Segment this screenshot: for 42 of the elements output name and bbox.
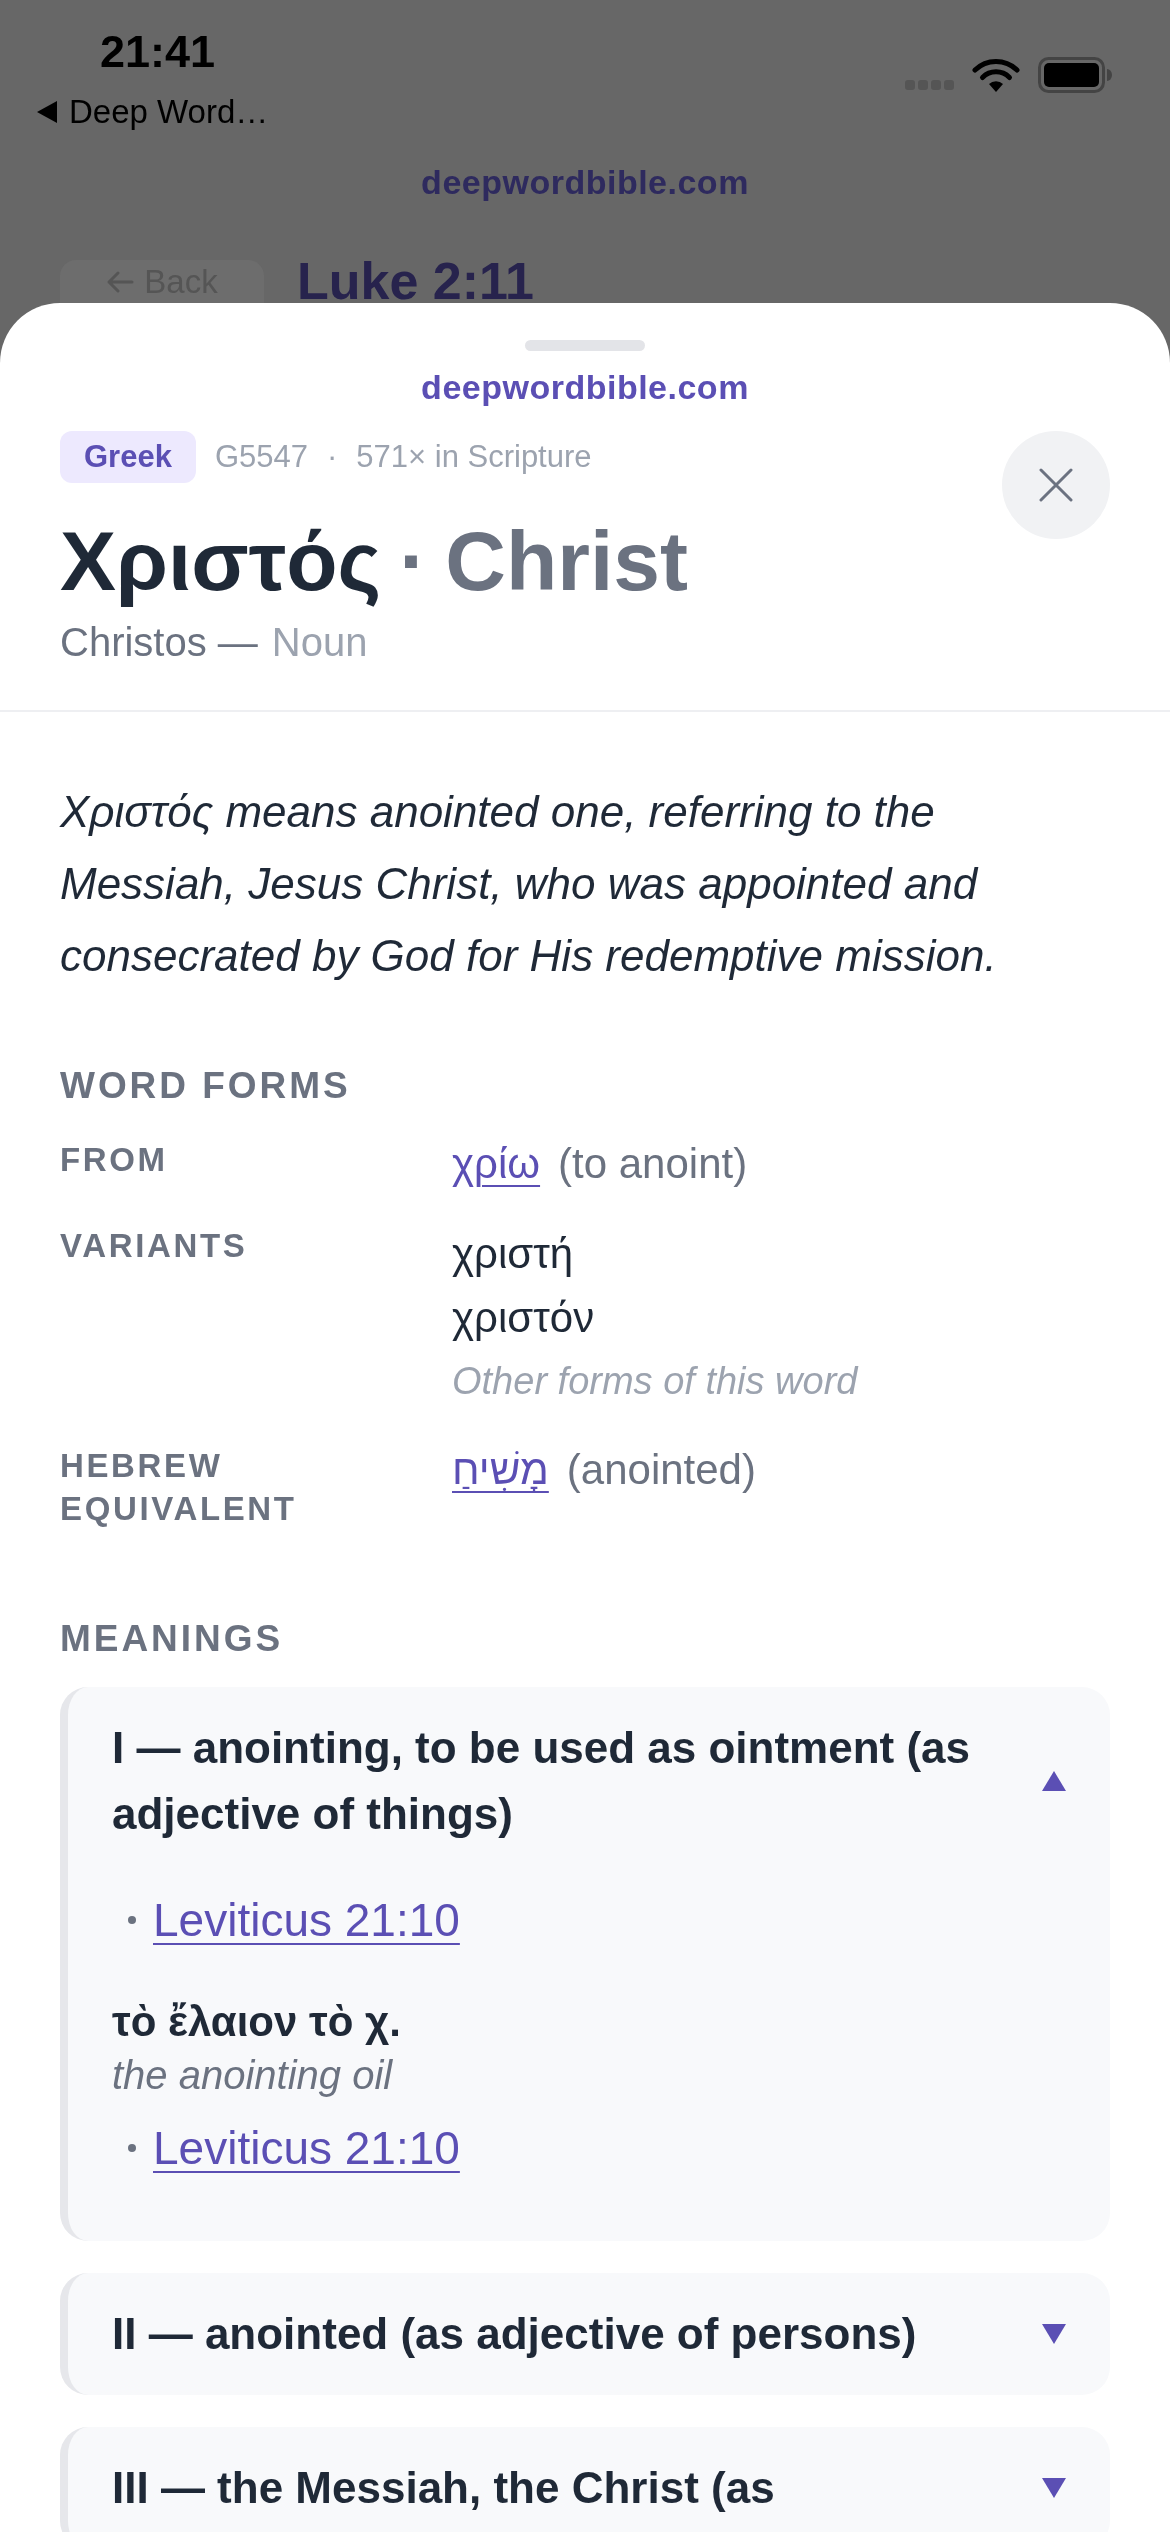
close-icon (1039, 468, 1073, 502)
bullet-icon (128, 2144, 136, 2152)
section-heading: WORD FORMS (60, 1064, 352, 1108)
form-label: VARIANTS (60, 1226, 249, 1266)
gloss-title: Christ (445, 516, 688, 606)
separator-dot: · (399, 516, 428, 606)
gloss-note: (to anoint) (558, 1139, 748, 1189)
site-domain: deepwordbible.com (421, 162, 749, 202)
scripture-link[interactable]: Leviticus 21:10 (153, 2118, 460, 2178)
battery-icon (1038, 57, 1112, 93)
back-app-label[interactable]: Deep Word… (69, 92, 269, 132)
variant-form: χριστή (452, 1229, 575, 1279)
meaning-toggle[interactable]: III — the Messiah, the Christ (as (112, 2455, 1066, 2521)
page-title: Luke 2:11 (297, 260, 535, 303)
separator-dot: · (327, 437, 338, 476)
bullet-icon (128, 1916, 136, 1924)
word-link[interactable]: χρίω (452, 1136, 541, 1192)
gloss-note: (anointed) (566, 1445, 756, 1495)
site-domain: deepwordbible.com (421, 367, 749, 407)
drag-handle[interactable] (525, 340, 645, 351)
language-tag: Greek (60, 431, 196, 483)
strongs-number: G5547 (214, 437, 308, 476)
definition-text: Χριστός means anointed one, referring to the Messiah, Jesus Christ, who was appointed and consecrated by God for His redemptive mission. (58, 786, 998, 982)
word-link[interactable]: מָשִׁיחַ (452, 1442, 549, 1498)
scripture-link[interactable]: Leviticus 21:10 (153, 1890, 460, 1950)
meaning-toggle[interactable]: II — anointed (as adjective of persons) (112, 2301, 1066, 2367)
form-label: FROM (60, 1140, 169, 1180)
lemma-title: Χριστός (60, 516, 382, 606)
hint-text: Other forms of this word (452, 1359, 860, 1404)
transliteration: Christos — (60, 619, 258, 666)
wifi-icon (972, 57, 1020, 93)
arrow-left-icon (106, 269, 135, 294)
meaning-toggle[interactable]: I — anointing, to be used as ointment (as adjective of things) (112, 1715, 1066, 1847)
phrase-translation: the anointing oil (112, 2052, 394, 2099)
status-time: 21:41 (99, 25, 217, 79)
form-label: HEBREW EQUIVALENT (60, 1446, 298, 1529)
section-heading: MEANINGS (60, 1617, 285, 1661)
back-triangle-icon[interactable] (37, 101, 57, 123)
variant-form: χριστόν (452, 1293, 596, 1343)
greek-phrase: τὸ ἔλαιον τὸ χ. (112, 1997, 402, 2047)
part-of-speech: Noun (271, 619, 368, 666)
occurrence-count: 571× in Scripture (356, 437, 592, 476)
